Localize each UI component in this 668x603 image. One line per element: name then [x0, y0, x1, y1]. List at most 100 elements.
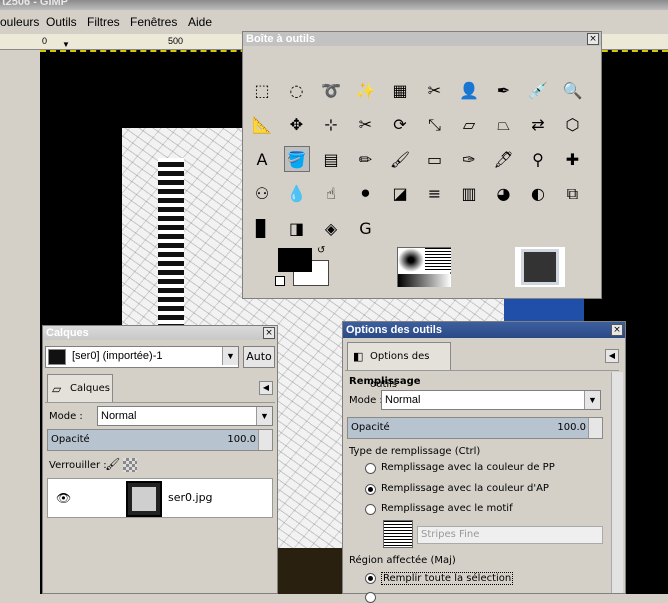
- brush-preview[interactable]: [398, 248, 424, 272]
- ellipse-select-icon[interactable]: ◌: [284, 77, 310, 103]
- active-image-thumbnail[interactable]: [515, 247, 565, 287]
- heal-icon[interactable]: ✚: [560, 146, 586, 172]
- fuzzy-select-icon[interactable]: ✨: [353, 77, 379, 103]
- rotate-icon[interactable]: ⟳: [387, 112, 413, 138]
- measure-icon[interactable]: 📐: [249, 112, 275, 138]
- hue-sat-icon[interactable]: ◈: [318, 215, 344, 241]
- flip-icon[interactable]: ⇄: [525, 112, 551, 138]
- tab-layers[interactable]: ▱ Calques: [47, 374, 113, 402]
- move-icon[interactable]: ✥: [284, 112, 310, 138]
- region-all-radio[interactable]: [365, 573, 376, 584]
- menu-help[interactable]: Aide: [188, 15, 212, 29]
- paintbrush-icon[interactable]: 🖌: [387, 146, 413, 172]
- pencil-icon[interactable]: ✏: [353, 146, 379, 172]
- gimp-g-icon[interactable]: G: [353, 215, 379, 241]
- menu-windows[interactable]: Fenêtres: [130, 15, 177, 29]
- ink-icon[interactable]: 🖋: [491, 146, 517, 172]
- to-opacity-spinner[interactable]: [588, 418, 602, 438]
- layers-close-button[interactable]: ×: [263, 327, 275, 339]
- threshold-icon[interactable]: ◐: [525, 181, 551, 207]
- curves-icon[interactable]: ⧉: [560, 181, 586, 207]
- foreground-select-icon[interactable]: 👤: [456, 77, 482, 103]
- airbrush-icon[interactable]: ✑: [456, 146, 482, 172]
- perspective-icon[interactable]: ⏢: [491, 112, 517, 138]
- colorize-icon[interactable]: ▥: [456, 181, 482, 207]
- smudge-icon[interactable]: ☝: [318, 181, 344, 207]
- color-picker-icon[interactable]: 💉: [525, 77, 551, 103]
- layers-opacity-slider[interactable]: Opacité 100.0: [47, 429, 273, 451]
- layers-panel: Calques × [ser0] (importée)-1 ▼ Auto ▱ C…: [42, 325, 278, 594]
- text-icon[interactable]: A: [249, 146, 275, 172]
- cage-icon[interactable]: ⬡: [560, 112, 586, 138]
- to-mode-dropdown[interactable]: Normal ▼: [381, 390, 601, 410]
- foreground-color-overlay: [278, 248, 312, 272]
- toolbox-panel: Boîte à outils × ⬚ ◌ ➰ ✨ ▦ ✂ 👤 ✒ 💉 🔍 📐 ✥ ⊹ ✂ ⟳ ⤡ ▱ ⏢ ⇄ ⬡ A 🪣 ▤…: [242, 31, 602, 299]
- to-mode-value: Normal: [385, 394, 421, 406]
- fill-pattern-radio[interactable]: [365, 504, 376, 515]
- color-balance-icon[interactable]: ◕: [491, 181, 517, 207]
- tab-tool-options[interactable]: ◧ Options des outils: [347, 342, 451, 390]
- fill-fg-radio[interactable]: [365, 463, 376, 474]
- dodge-burn-icon[interactable]: ⚫: [353, 181, 379, 207]
- menu-tools[interactable]: Outils: [46, 15, 77, 29]
- zoom-icon[interactable]: 🔍: [560, 77, 586, 103]
- mode-label: Mode :: [49, 411, 83, 422]
- eye-icon[interactable]: 👁: [56, 491, 71, 505]
- opacity-spinner[interactable]: [258, 430, 272, 450]
- tool-options-tab-icon: ◧: [353, 350, 364, 363]
- blend-icon[interactable]: ▤: [318, 146, 344, 172]
- lock-pixels-icon[interactable]: 🖌: [105, 457, 120, 471]
- gradient-preview[interactable]: [398, 274, 451, 287]
- layer-thumbnail: [126, 481, 162, 517]
- pattern-preview[interactable]: [425, 248, 451, 272]
- layer-row[interactable]: 👁 ser0.jpg: [47, 478, 273, 518]
- toolbox-close-button[interactable]: ×: [587, 33, 599, 45]
- reset-colors-icon[interactable]: [275, 276, 285, 286]
- posterize-icon[interactable]: ◨: [284, 215, 310, 241]
- to-opacity-label: Opacité: [351, 422, 390, 433]
- chevron-down-icon: ▼: [256, 407, 272, 425]
- fill-bg-radio[interactable]: [365, 484, 376, 495]
- select-by-color-icon[interactable]: ▦: [387, 77, 413, 103]
- tool-options-close-button[interactable]: ×: [611, 324, 623, 336]
- rect-select-icon[interactable]: ⬚: [249, 77, 275, 103]
- pattern-button[interactable]: [383, 520, 413, 548]
- paths-icon[interactable]: ✒: [491, 77, 517, 103]
- eraser-icon[interactable]: ▭: [422, 146, 448, 172]
- scale-icon[interactable]: ⤡: [422, 112, 448, 138]
- menu-colors[interactable]: ouleurs: [0, 15, 39, 29]
- toolbox-title: Boîte à outils: [243, 32, 601, 46]
- pattern-name-field[interactable]: Stripes Fine: [417, 526, 603, 544]
- bucket-fill-icon[interactable]: 🪣: [283, 146, 310, 172]
- menu-filters[interactable]: Filtres: [87, 15, 120, 29]
- shear-icon[interactable]: ▱: [456, 112, 482, 138]
- align-icon[interactable]: ⊹: [318, 112, 344, 138]
- chevron-down-icon: ▼: [222, 347, 238, 365]
- layers-opacity-label: Opacité: [51, 434, 90, 445]
- fill-type-label: Type de remplissage (Ctrl): [349, 446, 481, 457]
- lock-alpha-icon[interactable]: [123, 458, 137, 472]
- desaturate-icon[interactable]: ◪: [387, 181, 413, 207]
- image-select-dropdown[interactable]: [ser0] (importée)-1 ▼: [45, 346, 239, 368]
- lasso-icon[interactable]: ➰: [318, 77, 344, 103]
- crop-icon[interactable]: ✂: [353, 112, 379, 138]
- tool-options-scrollbar[interactable]: [611, 372, 623, 593]
- clone-icon[interactable]: ⚲: [525, 146, 551, 172]
- levels-icon[interactable]: ≡: [422, 181, 448, 207]
- fill-fg-label: Remplissage avec la couleur de PP: [381, 462, 555, 473]
- layers-menu-button[interactable]: ◀: [259, 381, 273, 395]
- scissors-icon[interactable]: ✂: [422, 77, 448, 103]
- auto-button[interactable]: Auto: [243, 346, 275, 368]
- brush-pattern-gradient[interactable]: [397, 247, 451, 287]
- layers-mode-dropdown[interactable]: Normal ▼: [97, 406, 273, 426]
- tool-options-menu-button[interactable]: ◀: [605, 349, 619, 363]
- histogram-icon[interactable]: ▊: [249, 215, 275, 241]
- tool-options-panel: Options des outils × ◧ Options des outil…: [342, 321, 626, 603]
- notebook-rings: [158, 158, 184, 348]
- perspective-clone-icon[interactable]: ⚇: [249, 181, 275, 207]
- blur-icon[interactable]: 💧: [284, 181, 310, 207]
- swap-colors-icon[interactable]: ↺: [317, 245, 325, 256]
- layer-thumbnail-image: [132, 487, 156, 511]
- divider: [345, 370, 619, 371]
- to-opacity-slider[interactable]: Opacité 100.0: [347, 417, 603, 439]
